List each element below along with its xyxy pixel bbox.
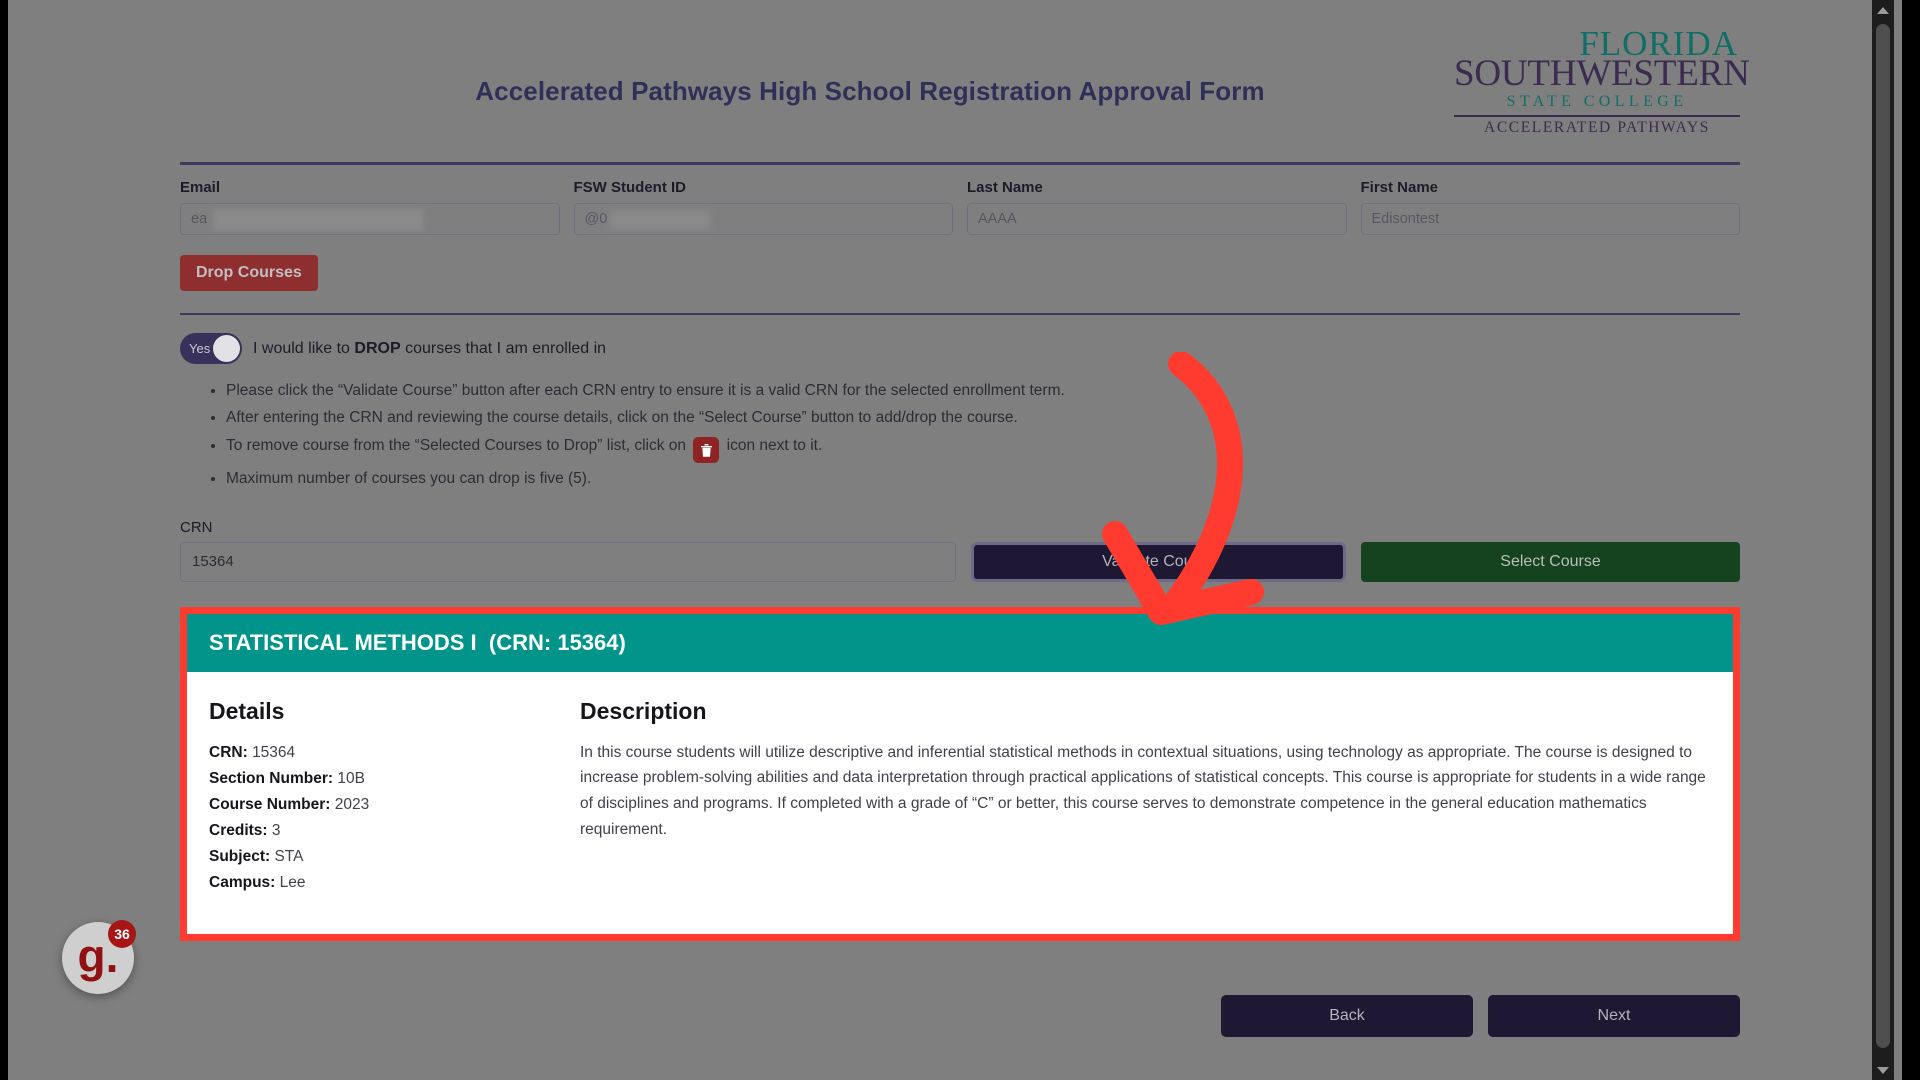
course-card-header: STATISTICAL METHODS I (CRN: 15364) [187,613,1733,672]
detail-course-number-value: 2023 [334,795,370,813]
browser-viewport: Accelerated Pathways High School Registr… [0,0,1920,1080]
course-detail-card: STATISTICAL METHODS I (CRN: 15364) Detai… [180,606,1740,942]
course-title: STATISTICAL METHODS I [209,629,477,655]
instruction-text-before: To remove course from the “Selected Cour… [226,436,687,454]
toggle-state-label: Yes [189,341,211,356]
detail-section-number: Section Number: 10B [209,766,574,792]
chat-widget-button[interactable]: g. 36 [62,920,136,994]
widget-notification-badge: 36 [108,920,136,948]
email-input[interactable]: ea [180,203,560,235]
detail-crn-value: 15364 [252,743,296,761]
crn-input-value: 15364 [192,553,234,571]
registration-form-page: Accelerated Pathways High School Registr… [8,0,1902,1080]
details-heading: Details [209,697,285,724]
detail-campus-value: Lee [279,874,306,892]
trash-icon [693,437,720,464]
vertical-scrollbar[interactable] [1872,0,1894,1080]
field-email: Email ea [180,179,560,235]
back-button[interactable]: Back [1221,995,1473,1038]
header-divider [180,162,1740,165]
crn-row: 15364 Validate Course Select Course [180,541,1740,582]
drop-toggle-row: Yes I would like to DROP courses that I … [180,333,1740,364]
logo-divider [1454,115,1740,117]
field-fsw-student-id: FSW Student ID @0 [573,179,953,235]
validate-course-button[interactable]: Validate Course [970,541,1347,582]
crn-section: CRN 15364 Validate Course Select Course [180,519,1740,582]
field-first-name: First Name Edisontest [1360,179,1740,235]
crn-input[interactable]: 15364 [180,541,956,582]
instruction-text-after: icon next to it. [726,436,823,454]
description-heading: Description [580,697,707,724]
list-item: Please click the “Validate Course” butto… [226,380,1740,402]
drop-toggle-label: I would like to DROP courses that I am e… [253,340,606,358]
scrollbar-down-arrow-icon[interactable] [1872,1060,1894,1080]
list-item: Maximum number of courses you can drop i… [226,468,1740,490]
last-name-input[interactable]: AAAA [967,203,1347,235]
validate-course-button-label: Validate Course [1102,552,1215,570]
email-input-value: ea [191,211,208,227]
logo-line-state-college: STATE COLLEGE [1506,93,1688,110]
detail-section-number-label: Section Number: [209,769,334,787]
fsw-student-id-input[interactable]: @0 [573,203,953,235]
scrollbar-up-arrow-icon[interactable] [1872,0,1894,20]
detail-campus: Campus: Lee [209,870,574,896]
first-name-input[interactable]: Edisontest [1360,203,1740,235]
toggle-text-bold: DROP [354,339,401,357]
list-item: To remove course from the “Selected Cour… [226,435,1740,464]
detail-credits-label: Credits: [209,822,268,839]
course-details-column: Details CRN: 15364 Section Number: 10B C… [209,698,574,896]
select-course-button[interactable]: Select Course [1361,541,1740,582]
toggle-text-before: I would like to [253,339,355,357]
field-label-fsw-student-id: FSW Student ID [573,179,687,196]
last-name-input-value: AAAA [978,211,1017,227]
detail-section-number-value: 10B [337,769,365,787]
toggle-knob [213,335,240,362]
list-item: After entering the CRN and reviewing the… [226,407,1740,429]
page-header: Accelerated Pathways High School Registr… [180,0,1750,162]
logo-line-accelerated-pathways: ACCELERATED PATHWAYS [1484,119,1710,136]
detail-subject: Subject: STA [209,844,574,870]
form-content-column: Accelerated Pathways High School Registr… [180,0,1750,1038]
course-crn-header: (CRN: 15364) [488,629,626,655]
detail-course-number-label: Course Number: [209,795,331,813]
detail-crn: CRN: 15364 [209,740,574,766]
fsw-logo: FLORIDA SOUTHWESTERN STATE COLLEGE ACCEL… [1454,26,1750,136]
field-label-first-name: First Name [1360,179,1439,196]
course-description-text: In this course students will utilize des… [580,743,1706,838]
footer-navigation: Back Next [180,995,1740,1038]
drop-courses-button[interactable]: Drop Courses [180,255,318,291]
detail-campus-label: Campus: [209,874,276,892]
detail-course-number: Course Number: 2023 [209,792,574,818]
field-label-email: Email [180,179,221,196]
toggle-text-after: courses that I am enrolled in [400,339,607,357]
next-button[interactable]: Next [1488,995,1740,1038]
course-card-body: Details CRN: 15364 Section Number: 10B C… [187,671,1733,935]
detail-credits-value: 3 [271,822,281,839]
instructions-list: Please click the “Validate Course” butto… [180,380,1740,491]
crn-label: CRN [180,518,213,536]
fsw-student-id-redaction [609,211,710,229]
next-button-label: Next [1597,1007,1631,1025]
scrollbar-thumb[interactable] [1876,24,1890,1048]
drop-courses-toggle[interactable]: Yes [180,333,242,364]
drop-section-divider [180,313,1740,315]
detail-subject-label: Subject: [209,848,271,866]
student-info-fields: Email ea FSW Student ID @0 Last Name AAA… [180,179,1740,235]
field-label-last-name: Last Name [967,179,1043,196]
course-description-column: Description In this course students will… [574,698,1711,896]
email-redaction [213,210,423,230]
field-last-name: Last Name AAAA [967,179,1347,235]
detail-crn-label: CRN: [209,743,248,761]
back-button-label: Back [1329,1007,1365,1025]
detail-subject-value: STA [274,848,304,866]
fsw-student-id-input-value: @0 [584,211,608,227]
detail-credits: Credits: 3 [209,818,574,844]
logo-line-southwestern: SOUTHWESTERN [1454,53,1750,94]
first-name-input-value: Edisontest [1371,211,1440,227]
select-course-button-label: Select Course [1500,552,1601,570]
